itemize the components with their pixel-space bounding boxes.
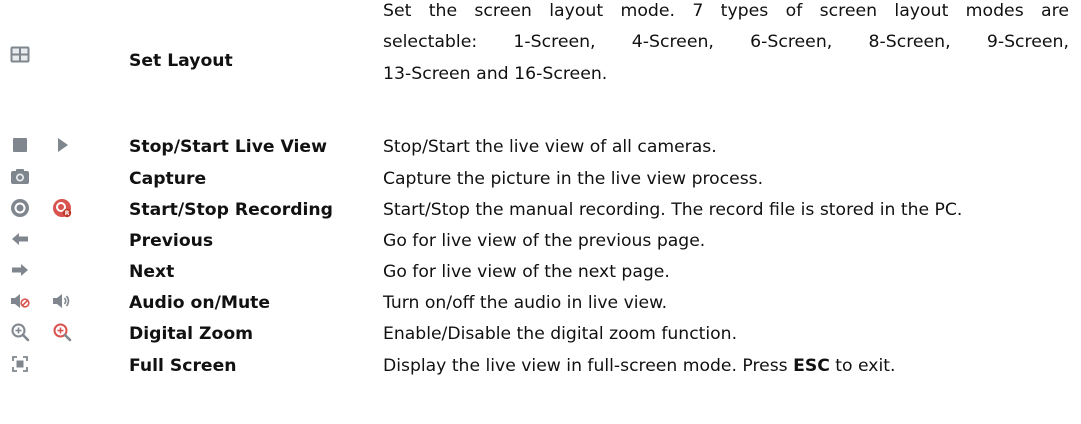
- function-description: Start/Stop the manual recording. The rec…: [383, 200, 963, 220]
- function-name: Audio on/Mute: [129, 293, 271, 313]
- record-icon[interactable]: [10, 198, 30, 218]
- layout-grid-icon[interactable]: [10, 46, 30, 66]
- zoom-in-active-icon[interactable]: [52, 322, 72, 342]
- zoom-in-icon[interactable]: [10, 322, 30, 342]
- function-name: Capture: [129, 169, 207, 189]
- function-description: Enable/Disable the digital zoom function…: [383, 324, 738, 344]
- function-description: Display the live view in full-screen mod…: [383, 356, 896, 376]
- audio-muted-icon[interactable]: [10, 291, 30, 311]
- esc-key-label: ESC: [793, 356, 830, 376]
- arrow-right-icon[interactable]: [10, 260, 30, 280]
- function-description: Stop/Start the live view of all cameras.: [383, 137, 717, 157]
- function-description: Turn on/off the audio in live view.: [383, 293, 668, 313]
- function-description: Capture the picture in the live view pro…: [383, 169, 764, 189]
- arrow-left-icon[interactable]: [10, 229, 30, 249]
- function-name: Full Screen: [129, 356, 237, 376]
- function-name: Stop/Start Live View: [129, 137, 327, 157]
- audio-on-icon[interactable]: [52, 291, 72, 311]
- svg-text:R: R: [65, 210, 70, 217]
- function-name: Previous: [129, 231, 214, 251]
- function-description: Go for live view of the next page.: [383, 262, 670, 282]
- camera-icon[interactable]: [10, 167, 30, 187]
- function-name: Start/Stop Recording: [129, 200, 333, 220]
- function-name: Set Layout: [129, 51, 233, 71]
- stop-icon[interactable]: [10, 135, 30, 155]
- function-description: Set the screen layout mode. 7 types of s…: [383, 1, 1069, 84]
- function-description: Go for live view of the previous page.: [383, 231, 706, 251]
- function-name: Next: [129, 262, 175, 282]
- play-icon[interactable]: [52, 135, 72, 155]
- recording-active-icon[interactable]: R: [52, 198, 72, 218]
- fullscreen-icon[interactable]: [10, 354, 30, 374]
- function-name: Digital Zoom: [129, 324, 254, 344]
